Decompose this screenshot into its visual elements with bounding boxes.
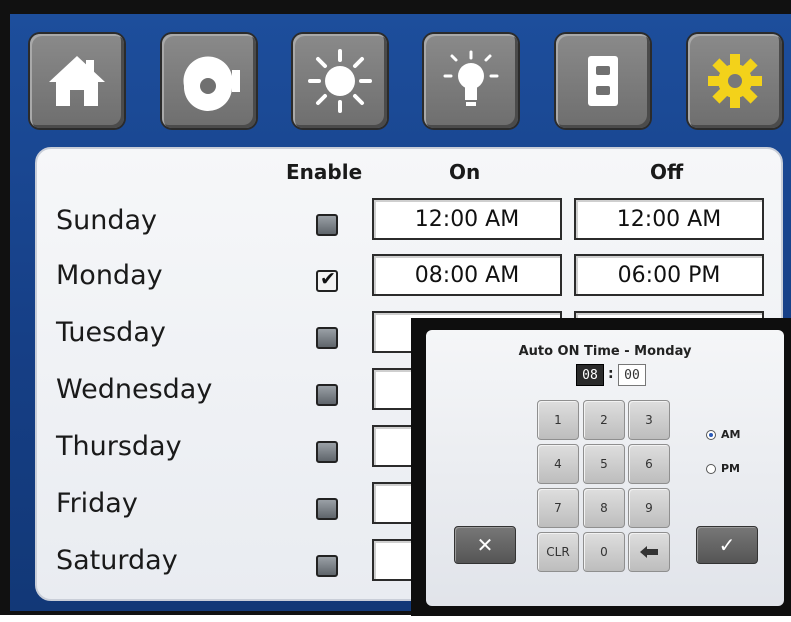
day-label-monday: Monday bbox=[56, 260, 163, 291]
enable-checkbox-tuesday[interactable] bbox=[316, 327, 338, 349]
time-entry-dialog-body: Auto ON Time - Monday 08 : 00 1 2 3 4 5 … bbox=[426, 330, 784, 606]
enable-checkbox-saturday[interactable] bbox=[316, 555, 338, 577]
keypad-key-1[interactable]: 1 bbox=[537, 400, 579, 440]
time-entry-dialog: Auto ON Time - Monday 08 : 00 1 2 3 4 5 … bbox=[411, 318, 791, 616]
check-icon: ✓ bbox=[718, 533, 736, 557]
hours-field[interactable]: 08 bbox=[576, 364, 604, 386]
day-label-friday: Friday bbox=[56, 488, 138, 519]
keypad-key-3[interactable]: 3 bbox=[628, 400, 670, 440]
off-time-field-sunday[interactable]: 12:00 AM bbox=[574, 198, 764, 240]
check-mark-icon: ✔ bbox=[320, 268, 336, 290]
day-label-saturday: Saturday bbox=[56, 545, 178, 576]
keypad-key-8[interactable]: 8 bbox=[583, 488, 625, 528]
keypad-key-0[interactable]: 0 bbox=[583, 532, 625, 572]
keypad-key-9[interactable]: 9 bbox=[628, 488, 670, 528]
pm-radio[interactable]: PM bbox=[706, 462, 740, 475]
nav-settings-button[interactable] bbox=[688, 34, 782, 128]
sun-icon bbox=[308, 49, 372, 113]
keypad-key-7[interactable]: 7 bbox=[537, 488, 579, 528]
off-time-field-monday[interactable]: 06:00 PM bbox=[574, 254, 764, 296]
am-radio-dot bbox=[706, 429, 716, 440]
home-icon bbox=[49, 56, 105, 106]
keypad-backspace-key[interactable] bbox=[628, 532, 670, 572]
cancel-button[interactable]: ✕ bbox=[454, 526, 516, 564]
backspace-arrow-icon bbox=[640, 546, 658, 558]
column-header-off: Off bbox=[650, 160, 684, 184]
day-label-thursday: Thursday bbox=[56, 431, 182, 462]
on-time-field-sunday[interactable]: 12:00 AM bbox=[372, 198, 562, 240]
keypad-key-5[interactable]: 5 bbox=[583, 444, 625, 484]
column-header-enable: Enable bbox=[286, 160, 363, 184]
confirm-button[interactable]: ✓ bbox=[696, 526, 758, 564]
close-icon: ✕ bbox=[476, 533, 494, 557]
nav-home-button[interactable] bbox=[30, 34, 124, 128]
enable-checkbox-friday[interactable] bbox=[316, 498, 338, 520]
day-label-tuesday: Tuesday bbox=[56, 317, 166, 348]
day-label-wednesday: Wednesday bbox=[56, 374, 213, 405]
keypad-key-clear[interactable]: CLR bbox=[537, 532, 579, 572]
keypad-key-6[interactable]: 6 bbox=[628, 444, 670, 484]
enable-checkbox-sunday[interactable] bbox=[316, 214, 338, 236]
minutes-field[interactable]: 00 bbox=[618, 364, 646, 386]
day-label-sunday: Sunday bbox=[56, 205, 158, 236]
enable-checkbox-thursday[interactable] bbox=[316, 441, 338, 463]
enable-checkbox-wednesday[interactable] bbox=[316, 384, 338, 406]
keypad-key-4[interactable]: 4 bbox=[537, 444, 579, 484]
dialog-title: Auto ON Time - Monday bbox=[518, 344, 692, 359]
nav-outlet-button[interactable] bbox=[556, 34, 650, 128]
nav-lighting-sun-button[interactable] bbox=[293, 34, 387, 128]
nav-fan-button[interactable] bbox=[162, 34, 256, 128]
am-radio[interactable]: AM bbox=[706, 428, 740, 441]
keypad-key-2[interactable]: 2 bbox=[583, 400, 625, 440]
column-header-on: On bbox=[449, 160, 481, 184]
outlet-icon bbox=[588, 56, 618, 106]
gear-icon bbox=[708, 54, 762, 108]
time-separator: : bbox=[608, 366, 614, 382]
nav-light-bulb-button[interactable] bbox=[424, 34, 518, 128]
am-label: AM bbox=[721, 428, 741, 441]
enable-checkbox-monday[interactable]: ✔ bbox=[316, 268, 338, 292]
pm-radio-dot bbox=[706, 463, 716, 474]
on-time-field-monday[interactable]: 08:00 AM bbox=[372, 254, 562, 296]
pm-label: PM bbox=[721, 462, 741, 475]
light-bulb-icon bbox=[443, 50, 499, 106]
fan-icon bbox=[183, 56, 240, 112]
